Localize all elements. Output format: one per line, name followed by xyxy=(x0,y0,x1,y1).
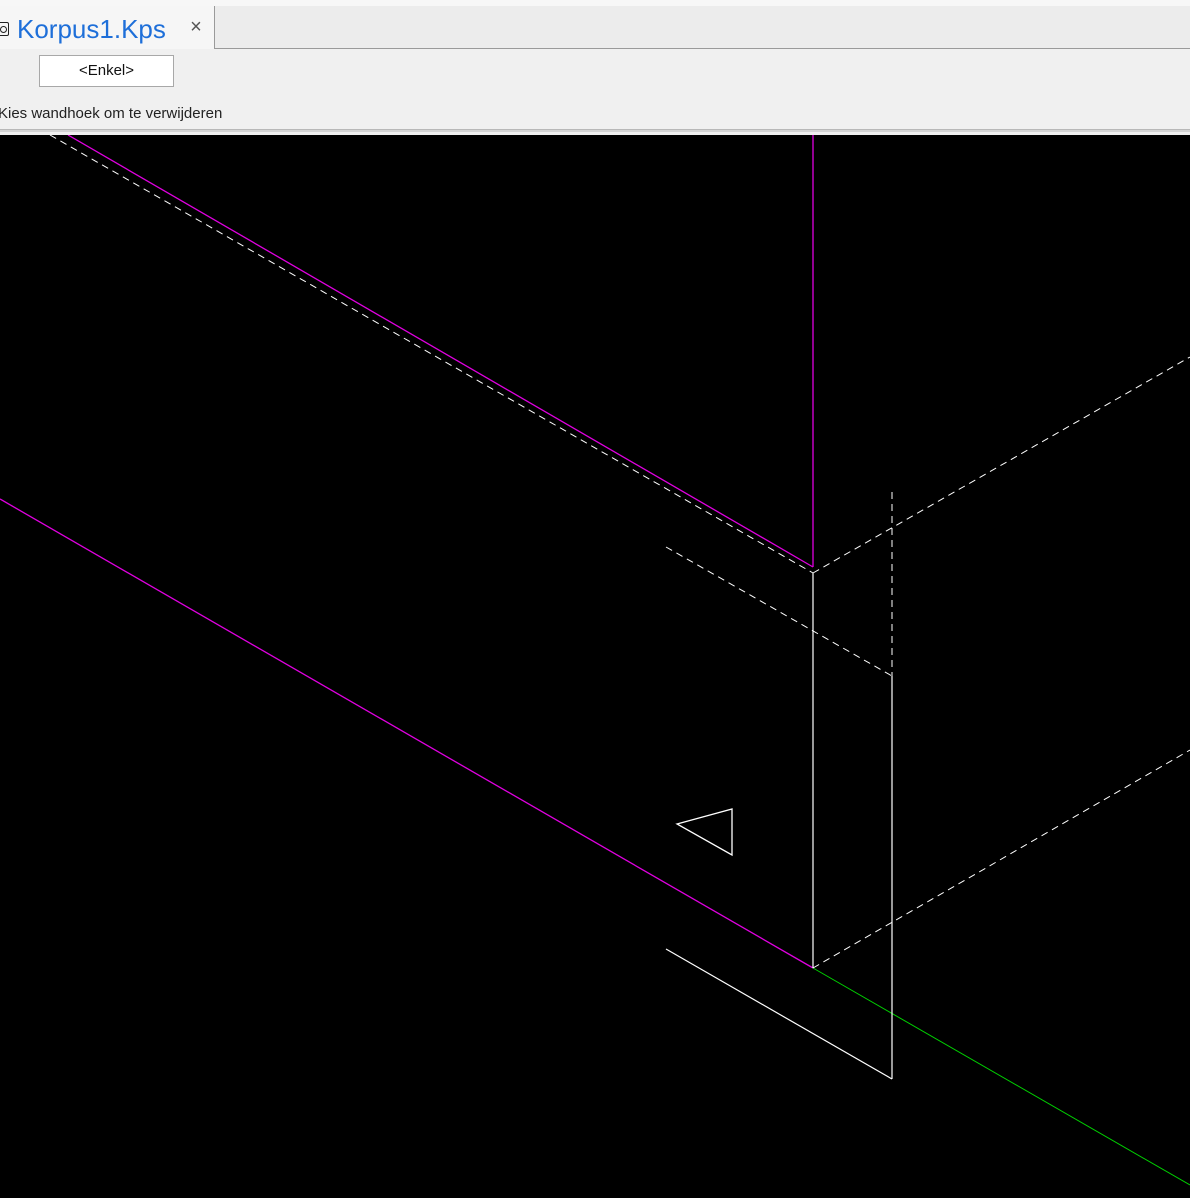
drawing-canvas[interactable] xyxy=(0,135,1190,1198)
selection-triangle-marker[interactable] xyxy=(675,808,733,857)
command-prompt: Kies wandhoek om te verwijderen xyxy=(0,105,223,122)
document-tab-title: Korpus1.Kps xyxy=(17,14,166,44)
wall-edge-lower xyxy=(0,498,814,969)
corner-diagonal-solid xyxy=(665,948,893,1080)
axis-green xyxy=(812,967,1190,1186)
wall-edge-upper-dashed xyxy=(49,135,814,574)
wall-right-top-dashed xyxy=(812,356,1190,574)
toolbar-separator xyxy=(0,129,1190,132)
document-tab-bar: Korpus1.Kps × xyxy=(0,6,1190,49)
command-toolbar: <Enkel> Kies wandhoek om te verwijderen xyxy=(0,49,1190,129)
wall-edge-upper xyxy=(67,135,814,568)
document-icon xyxy=(0,22,9,36)
mode-button[interactable]: <Enkel> xyxy=(39,55,174,87)
wall-right-bottom-dashed xyxy=(812,749,1190,969)
close-icon[interactable]: × xyxy=(186,15,206,39)
corner-diagonal-dashed xyxy=(665,546,893,677)
document-tab[interactable]: Korpus1.Kps × xyxy=(0,6,215,49)
drawing-viewport[interactable] xyxy=(0,135,1190,1198)
